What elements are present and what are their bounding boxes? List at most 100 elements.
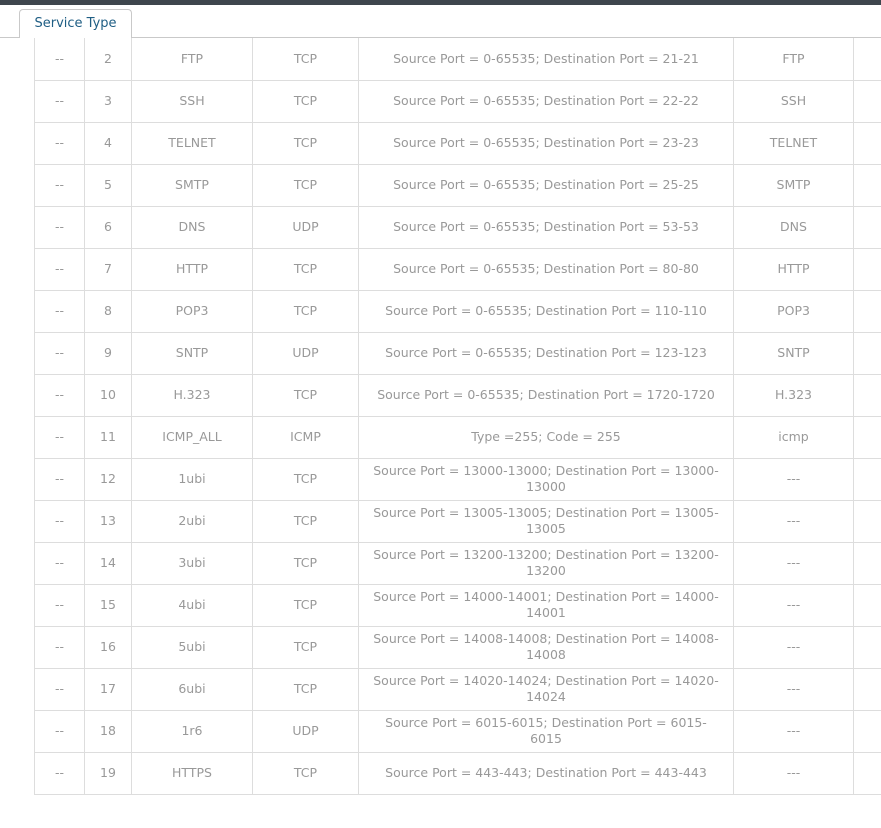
row-action-cell xyxy=(853,163,881,207)
service-alias-cell: --- xyxy=(733,499,854,543)
row-select-cell: -- xyxy=(34,499,85,543)
table-row[interactable]: -- 16 5ubi TCP Source Port = 14008-14008; De… xyxy=(34,625,881,669)
service-alias-cell: --- xyxy=(733,709,854,753)
table-row[interactable]: -- 4 TELNET TCP Source Port = 0-65535; Desti… xyxy=(34,121,881,165)
row-select-cell: -- xyxy=(34,38,85,81)
protocol-cell: TCP xyxy=(252,667,359,711)
port-detail-cell: Source Port = 14000-14001; Destination P… xyxy=(358,583,734,627)
port-detail-cell: Source Port = 0-65535; Destination Port … xyxy=(358,205,734,249)
row-select-cell: -- xyxy=(34,247,85,291)
row-select-cell: -- xyxy=(34,373,85,417)
port-detail-cell: Source Port = 13005-13005; Destination P… xyxy=(358,499,734,543)
table-row[interactable]: -- 19 HTTPS TCP Source Port = 443-443; Desti… xyxy=(34,751,881,795)
row-id-cell: 3 xyxy=(84,79,132,123)
service-name-cell: SMTP xyxy=(131,163,253,207)
row-id-cell: 11 xyxy=(84,415,132,459)
service-name-cell: HTTP xyxy=(131,247,253,291)
row-id-cell: 7 xyxy=(84,247,132,291)
protocol-cell: TCP xyxy=(252,121,359,165)
port-detail-cell: Source Port = 0-65535; Destination Port … xyxy=(358,373,734,417)
row-id-cell: 12 xyxy=(84,457,132,501)
service-name-cell: 5ubi xyxy=(131,625,253,669)
table-row[interactable]: -- 9 SNTP UDP Source Port = 0-65535; Destina… xyxy=(34,331,881,375)
row-action-cell xyxy=(853,709,881,753)
service-type-table-container[interactable]: -- 2 FTP TCP Source Port = 0-65535; Destinat… xyxy=(34,38,881,815)
row-id-cell: 10 xyxy=(84,373,132,417)
port-detail-cell: Source Port = 13000-13000; Destination P… xyxy=(358,457,734,501)
table-row[interactable]: -- 14 3ubi TCP Source Port = 13200-13200; De… xyxy=(34,541,881,585)
port-detail-cell: Source Port = 14020-14024; Destination P… xyxy=(358,667,734,711)
service-name-cell: POP3 xyxy=(131,289,253,333)
service-name-cell: TELNET xyxy=(131,121,253,165)
row-action-cell xyxy=(853,499,881,543)
row-action-cell xyxy=(853,667,881,711)
table-body: -- 2 FTP TCP Source Port = 0-65535; Destinat… xyxy=(34,38,881,795)
table-row[interactable]: -- 15 4ubi TCP Source Port = 14000-14001; De… xyxy=(34,583,881,627)
table-row[interactable]: -- 13 2ubi TCP Source Port = 13005-13005; De… xyxy=(34,499,881,543)
row-id-cell: 5 xyxy=(84,163,132,207)
row-action-cell xyxy=(853,583,881,627)
tab-service-type[interactable]: Service Type xyxy=(19,9,132,37)
row-id-cell: 14 xyxy=(84,541,132,585)
table-row[interactable]: -- 5 SMTP TCP Source Port = 0-65535; Destina… xyxy=(34,163,881,207)
row-select-cell: -- xyxy=(34,79,85,123)
tab-strip: Service Type xyxy=(0,5,881,38)
port-detail-cell: Source Port = 6015-6015; Destination Por… xyxy=(358,709,734,753)
protocol-cell: TCP xyxy=(252,79,359,123)
row-select-cell: -- xyxy=(34,457,85,501)
row-action-cell xyxy=(853,331,881,375)
protocol-cell: TCP xyxy=(252,373,359,417)
protocol-cell: TCP xyxy=(252,247,359,291)
table-row[interactable]: -- 2 FTP TCP Source Port = 0-65535; Destinat… xyxy=(34,38,881,81)
row-select-cell: -- xyxy=(34,331,85,375)
row-action-cell xyxy=(853,247,881,291)
protocol-cell: TCP xyxy=(252,541,359,585)
row-id-cell: 16 xyxy=(84,625,132,669)
port-detail-cell: Source Port = 0-65535; Destination Port … xyxy=(358,38,734,81)
table-row[interactable]: -- 18 1r6 UDP Source Port = 6015-6015; Desti… xyxy=(34,709,881,753)
service-name-cell: FTP xyxy=(131,38,253,81)
port-detail-cell: Source Port = 0-65535; Destination Port … xyxy=(358,121,734,165)
table-row[interactable]: -- 17 6ubi TCP Source Port = 14020-14024; De… xyxy=(34,667,881,711)
port-detail-cell: Source Port = 443-443; Destination Port … xyxy=(358,751,734,795)
row-id-cell: 15 xyxy=(84,583,132,627)
table-row[interactable]: -- 8 POP3 TCP Source Port = 0-65535; Destina… xyxy=(34,289,881,333)
service-name-cell: SSH xyxy=(131,79,253,123)
service-type-table: -- 2 FTP TCP Source Port = 0-65535; Destinat… xyxy=(34,38,881,795)
service-alias-cell: --- xyxy=(733,625,854,669)
service-name-cell: DNS xyxy=(131,205,253,249)
service-alias-cell: FTP xyxy=(733,38,854,81)
row-id-cell: 9 xyxy=(84,331,132,375)
table-row[interactable]: -- 7 HTTP TCP Source Port = 0-65535; Destina… xyxy=(34,247,881,291)
row-id-cell: 8 xyxy=(84,289,132,333)
row-select-cell: -- xyxy=(34,751,85,795)
table-row[interactable]: -- 11 ICMP_ALL ICMP Type =255; Code = 255 icm… xyxy=(34,415,881,459)
protocol-cell: ICMP xyxy=(252,415,359,459)
service-name-cell: SNTP xyxy=(131,331,253,375)
port-detail-cell: Type =255; Code = 255 xyxy=(358,415,734,459)
row-action-cell xyxy=(853,38,881,81)
protocol-cell: TCP xyxy=(252,163,359,207)
service-alias-cell: SSH xyxy=(733,79,854,123)
protocol-cell: TCP xyxy=(252,625,359,669)
row-action-cell xyxy=(853,373,881,417)
service-name-cell: 1r6 xyxy=(131,709,253,753)
row-id-cell: 17 xyxy=(84,667,132,711)
row-select-cell: -- xyxy=(34,121,85,165)
row-id-cell: 6 xyxy=(84,205,132,249)
row-id-cell: 13 xyxy=(84,499,132,543)
protocol-cell: UDP xyxy=(252,331,359,375)
table-row[interactable]: -- 12 1ubi TCP Source Port = 13000-13000; De… xyxy=(34,457,881,501)
port-detail-cell: Source Port = 14008-14008; Destination P… xyxy=(358,625,734,669)
row-select-cell: -- xyxy=(34,625,85,669)
table-row[interactable]: -- 6 DNS UDP Source Port = 0-65535; Destinat… xyxy=(34,205,881,249)
service-name-cell: ICMP_ALL xyxy=(131,415,253,459)
table-row[interactable]: -- 3 SSH TCP Source Port = 0-65535; Destinat… xyxy=(34,79,881,123)
table-row[interactable]: -- 10 H.323 TCP Source Port = 0-65535; Desti… xyxy=(34,373,881,417)
protocol-cell: TCP xyxy=(252,499,359,543)
service-name-cell: 4ubi xyxy=(131,583,253,627)
row-action-cell xyxy=(853,79,881,123)
row-select-cell: -- xyxy=(34,667,85,711)
protocol-cell: UDP xyxy=(252,709,359,753)
service-alias-cell: HTTP xyxy=(733,247,854,291)
